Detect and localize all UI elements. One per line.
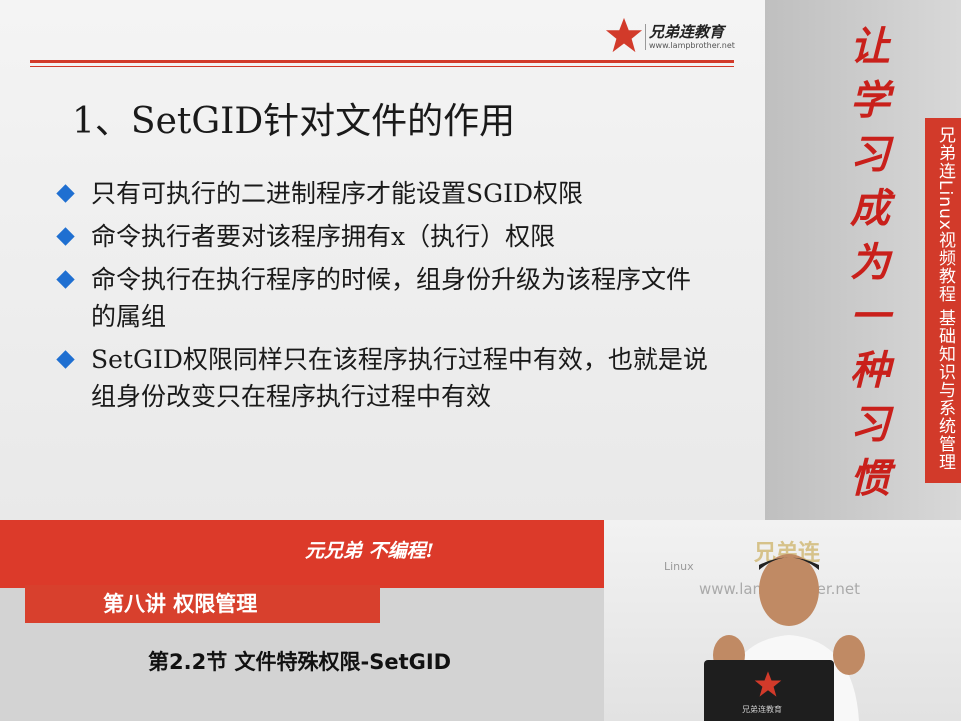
- bullet-list: 只有可执行的二进制程序才能设置SGID权限 命令执行者要对该程序拥有x（执行）权…: [55, 175, 715, 421]
- slogan-text: 让学习成为一种习惯: [850, 23, 890, 502]
- logo-separator: [645, 24, 646, 50]
- laptop: 兄弟连教育: [704, 660, 834, 721]
- bullet-item: 命令执行在执行程序的时候，组身份升级为该程序文件的属组: [55, 261, 715, 335]
- red-star-icon: [605, 17, 643, 53]
- logo-url-text: www.lampbrother.net: [649, 41, 735, 50]
- bullet-text: 命令执行在执行程序的时候，组身份升级为该程序文件的属组: [91, 265, 692, 331]
- watermark-label: Linux: [664, 560, 694, 573]
- diamond-bullet-icon: [56, 184, 75, 203]
- bullet-text: SetGID权限同样只在该程序执行过程中有效，也就是说组身份改变只在程序执行过程…: [91, 345, 708, 411]
- red-motto-band: [0, 520, 605, 588]
- diamond-bullet-icon: [56, 350, 75, 369]
- lecture-label: 第八讲 权限管理: [25, 585, 380, 623]
- bullet-item: 只有可执行的二进制程序才能设置SGID权限: [55, 175, 715, 212]
- diamond-bullet-icon: [56, 270, 75, 289]
- webcam-view: 兄弟连 Linux www.lampbrother.net 兄弟连教育: [604, 520, 961, 721]
- series-title-text: 兄弟连Linux视频教程 基础知识与系统管理: [935, 126, 955, 472]
- series-title-bar: 兄弟连Linux视频教程 基础知识与系统管理: [925, 118, 961, 483]
- laptop-label: 兄弟连教育: [742, 705, 782, 714]
- section-title: 第2.2节 文件特殊权限-SetGID: [148, 650, 452, 674]
- brand-logo: 兄弟连教育 www.lampbrother.net: [605, 16, 745, 56]
- title-rule-thin: [30, 66, 734, 67]
- slide-title: 1、SetGID针对文件的作用: [72, 101, 516, 142]
- bullet-text: 命令执行者要对该程序拥有x（执行）权限: [91, 222, 556, 251]
- logo-brand-text: 兄弟连教育: [649, 23, 725, 41]
- laptop-star-icon: [754, 671, 782, 697]
- slide-area: 兄弟连教育 www.lampbrother.net 1、SetGID针对文件的作…: [0, 0, 765, 520]
- bullet-item: SetGID权限同样只在该程序执行过程中有效，也就是说组身份改变只在程序执行过程…: [55, 341, 715, 415]
- motto-text: 元兄弟 不编程!: [305, 540, 434, 562]
- bullet-item: 命令执行者要对该程序拥有x（执行）权限: [55, 218, 715, 255]
- diamond-bullet-icon: [56, 227, 75, 246]
- title-rule-thick: [30, 60, 734, 63]
- bullet-text: 只有可执行的二进制程序才能设置SGID权限: [91, 179, 584, 208]
